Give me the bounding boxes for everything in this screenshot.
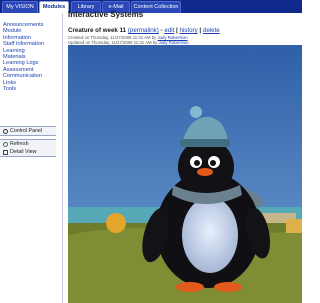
tab-modules[interactable]: Modules — [39, 1, 69, 13]
entry-title-line: Creature of week 11 (permalink) - edit |… — [68, 27, 220, 34]
detail-view-button[interactable]: Detail View — [0, 148, 56, 156]
delete-link[interactable]: delete — [203, 27, 220, 34]
detail-view-label: Detail View — [10, 149, 37, 155]
history-link[interactable]: history — [179, 27, 197, 34]
edit-link[interactable]: edit — [164, 27, 174, 34]
detail-view-icon — [3, 149, 8, 155]
permalink-link[interactable]: (permalink) — [128, 27, 159, 34]
sidebar-menu: Announcements Module Information Staff I… — [3, 22, 61, 92]
entry-title: Creature of week 11 — [68, 27, 127, 34]
control-panel-link[interactable]: Control Panel — [0, 127, 56, 135]
main-content: Interactive Systems Creature of week 11 … — [64, 10, 302, 303]
sidebar: Announcements Module Information Staff I… — [0, 13, 63, 303]
view-actions-box: Refresh Detail View — [0, 139, 56, 157]
page-title: Interactive Systems — [68, 10, 144, 19]
control-panel-icon — [3, 128, 8, 134]
refresh-icon — [3, 141, 8, 147]
control-panel-label: Control Panel — [10, 128, 43, 134]
penguin-scene-svg — [68, 45, 302, 303]
control-panel-box: Control Panel — [0, 126, 56, 136]
sidebar-item-tools[interactable]: Tools — [3, 86, 61, 92]
refresh-label: Refresh — [10, 141, 29, 147]
creature-image — [68, 45, 302, 303]
refresh-button[interactable]: Refresh — [0, 140, 56, 148]
tab-my-vision[interactable]: My VISION — [2, 1, 38, 13]
tab-bar: My VISION Modules Library e-Mail Content… — [0, 0, 302, 13]
